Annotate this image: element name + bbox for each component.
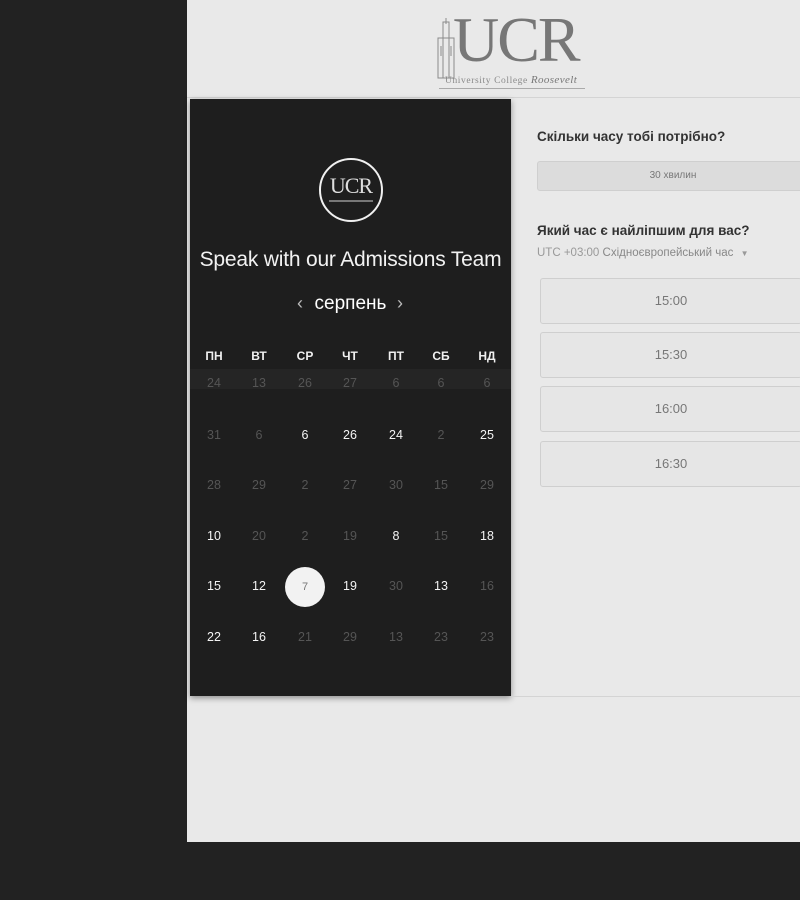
time-slot-1530[interactable]: 15:30 bbox=[540, 332, 800, 378]
date-cell[interactable]: 24 bbox=[374, 413, 418, 457]
date-cell[interactable]: 12 bbox=[237, 564, 281, 608]
booking-panel: Скільки часу тобі потрібно? 30 хвилин Як… bbox=[511, 99, 800, 696]
date-cell: 6 bbox=[483, 376, 491, 390]
date-cell: 29 bbox=[480, 478, 494, 492]
date-cell: 26 bbox=[298, 376, 312, 390]
date-cell: 27 bbox=[343, 376, 357, 390]
date-cell: 6 bbox=[392, 376, 400, 390]
date-cell: 2 bbox=[301, 529, 309, 543]
date-cell: 2 bbox=[437, 428, 445, 442]
date-cell: 15 bbox=[434, 529, 448, 543]
calendar-week-row: 15 12 7 19 30 13 16 bbox=[190, 564, 511, 614]
chevron-right-icon: › bbox=[397, 293, 403, 313]
calendar-week-row: 31 6 6 26 24 2 25 bbox=[190, 413, 511, 463]
duration-question: Скільки часу тобі потрібно? bbox=[537, 129, 726, 144]
caret-down-icon: ▼ bbox=[740, 249, 749, 258]
date-cell[interactable]: 16 bbox=[237, 615, 281, 659]
date-cell[interactable]: 13 bbox=[419, 564, 463, 608]
date-cell: 20 bbox=[252, 529, 266, 543]
calendar-title: Speak with our Admissions Team bbox=[199, 248, 502, 271]
time-question: Який час є найліпшим для вас? bbox=[537, 223, 750, 238]
timezone-selector[interactable]: UTC +03:00 Східноєвропейський час ▼ bbox=[537, 247, 749, 259]
date-cell: 23 bbox=[434, 630, 448, 644]
ucr-logo: UCR University College Roosevelt bbox=[433, 4, 593, 89]
logo-subtitle-italic: Roosevelt bbox=[530, 74, 578, 86]
timezone-offset: UTC +03:00 bbox=[537, 247, 600, 259]
date-cell: 24 bbox=[207, 376, 221, 390]
date-cell: 15 bbox=[434, 478, 448, 492]
date-cell: 6 bbox=[255, 428, 263, 442]
month-navigation: ‹ серпень › bbox=[190, 291, 511, 317]
duration-selector[interactable]: 30 хвилин bbox=[537, 161, 800, 191]
date-cell: 21 bbox=[298, 630, 312, 644]
next-month-button[interactable]: › bbox=[390, 291, 410, 315]
date-cell: 30 bbox=[389, 579, 403, 593]
selected-date-cell[interactable]: 7 bbox=[285, 567, 325, 607]
date-cell: 30 bbox=[389, 478, 403, 492]
logo-subtitle-text: University College bbox=[445, 76, 528, 86]
date-cell: 29 bbox=[252, 478, 266, 492]
footer-divider bbox=[511, 696, 800, 697]
date-cell[interactable]: 10 bbox=[192, 514, 236, 558]
month-label: серпень bbox=[314, 293, 387, 314]
logo-subtitle: University College Roosevelt bbox=[445, 74, 577, 86]
date-cell: 19 bbox=[343, 529, 357, 543]
date-cell: 16 bbox=[480, 579, 494, 593]
date-cell: 2 bbox=[301, 478, 309, 492]
ucr-badge: UCR bbox=[319, 158, 383, 222]
date-cell: 29 bbox=[343, 630, 357, 644]
date-cell[interactable]: 26 bbox=[328, 413, 372, 457]
date-cell: 23 bbox=[480, 630, 494, 644]
calendar-week-row: 28 29 2 27 30 15 29 bbox=[190, 463, 511, 513]
logo-rule bbox=[439, 88, 585, 89]
calendar-panel: UCR Speak with our Admissions Team ‹ сер… bbox=[190, 99, 511, 696]
time-slot-1500[interactable]: 15:00 bbox=[540, 278, 800, 324]
calendar-week-row: 24 13 26 27 6 6 6 bbox=[190, 361, 511, 411]
date-cell[interactable]: 8 bbox=[374, 514, 418, 558]
date-cell[interactable]: 6 bbox=[283, 413, 327, 457]
time-slot-1630[interactable]: 16:30 bbox=[540, 441, 800, 487]
badge-underline bbox=[329, 200, 373, 202]
date-cell: 13 bbox=[389, 630, 403, 644]
date-cell[interactable]: 19 bbox=[328, 564, 372, 608]
date-cell: 27 bbox=[343, 478, 357, 492]
date-cell[interactable]: 15 bbox=[192, 564, 236, 608]
date-cell: 6 bbox=[437, 376, 445, 390]
logo-letters: UCR bbox=[453, 4, 581, 75]
date-cell: 31 bbox=[207, 428, 221, 442]
badge-text: UCR bbox=[329, 173, 373, 198]
date-cell: 28 bbox=[207, 478, 221, 492]
calendar-week-row: 22 16 21 29 13 23 23 bbox=[190, 615, 511, 665]
time-slot-1600[interactable]: 16:00 bbox=[540, 386, 800, 432]
header-divider bbox=[187, 97, 800, 98]
date-cell[interactable]: 22 bbox=[192, 615, 236, 659]
date-cell: 13 bbox=[252, 376, 266, 390]
date-cell[interactable]: 25 bbox=[465, 413, 509, 457]
timezone-name: Східноєвропейський час bbox=[602, 247, 734, 259]
date-cell[interactable]: 18 bbox=[465, 514, 509, 558]
calendar-week-row: 10 20 2 19 8 15 18 bbox=[190, 514, 511, 564]
date-grid: 24 13 26 27 6 6 6 31 6 6 26 24 2 25 28 29 2 27 30 15 29 10 20 2… bbox=[190, 369, 511, 679]
